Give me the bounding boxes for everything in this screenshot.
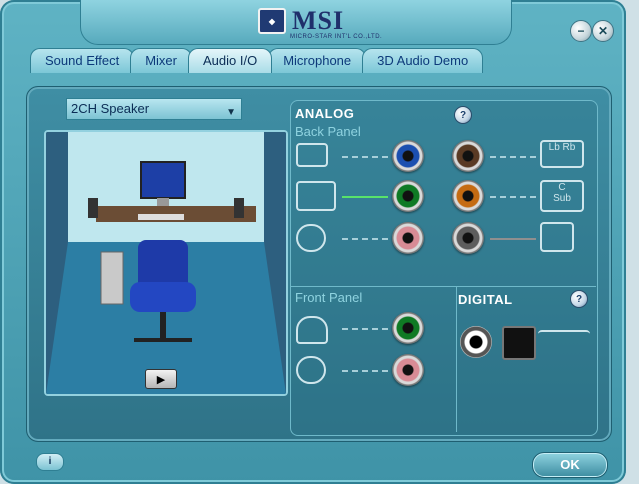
msi-badge-icon: ◆ <box>258 8 286 34</box>
front-microphone-icon <box>296 356 326 384</box>
speaker-config-value: 2CH Speaker <box>71 101 150 116</box>
spdif-coax-icon[interactable] <box>460 326 492 358</box>
msi-audio-window: ◆ MSI MICRO-STAR INT'L CO.,LTD. − ✕ Soun… <box>0 0 626 484</box>
info-icon: i <box>48 456 52 467</box>
speaker-config-select[interactable]: 2CH Speaker ▼ <box>66 98 242 120</box>
line-in-icon <box>296 143 328 167</box>
logo-title: MSI <box>292 6 345 35</box>
sub-label: Sub <box>553 193 571 204</box>
front-panel-label: Front Panel <box>295 290 363 305</box>
close-button[interactable]: ✕ <box>592 20 614 42</box>
cable-center-sub <box>490 196 536 198</box>
center-sub-icon: C Sub <box>540 180 584 212</box>
chevron-down-icon: ▼ <box>226 107 236 118</box>
jack-blue[interactable] <box>392 140 424 172</box>
jack-gray[interactable] <box>452 222 484 254</box>
speaker-scene <box>44 130 288 396</box>
headphones-icon <box>296 316 328 344</box>
panel-divider-horizontal <box>290 286 596 287</box>
tab-sound-effect[interactable]: Sound Effect <box>30 48 135 73</box>
digital-signal-icon <box>538 330 590 350</box>
cable-front-mic <box>342 370 388 372</box>
jack-green[interactable] <box>392 180 424 212</box>
cable-headphones <box>342 328 388 330</box>
rear-left-label: Lb <box>548 142 560 153</box>
cable-front-speaker <box>342 196 388 198</box>
logo-subtitle: MICRO-STAR INT'L CO.,LTD. <box>290 34 383 40</box>
cable-rear-speaker <box>490 156 536 158</box>
tab-3d-audio-demo[interactable]: 3D Audio Demo <box>362 48 484 73</box>
room-illustration <box>46 132 286 394</box>
spdif-optical-icon[interactable] <box>502 326 536 360</box>
jack-brown[interactable] <box>452 140 484 172</box>
minimize-button[interactable]: − <box>570 20 592 42</box>
analog-title: ANALOG <box>295 106 355 121</box>
tab-bar: Sound Effect Mixer Audio I/O Microphone … <box>30 48 484 73</box>
cable-side-speaker <box>490 238 536 240</box>
tab-microphone[interactable]: Microphone <box>268 48 367 73</box>
cable-mic <box>342 238 388 240</box>
play-icon: ▶ <box>156 373 166 386</box>
center-label: C <box>558 182 566 193</box>
analog-info-icon[interactable]: ? <box>454 106 472 124</box>
play-button[interactable]: ▶ <box>145 369 177 389</box>
ok-button[interactable]: OK <box>532 452 608 478</box>
front-jack-green[interactable] <box>392 312 424 344</box>
digital-title: DIGITAL <box>458 292 513 307</box>
panel-divider-vertical <box>456 286 457 432</box>
close-icon: ✕ <box>597 24 609 38</box>
tab-audio-io[interactable]: Audio I/O <box>188 48 273 73</box>
microphone-icon <box>296 224 326 252</box>
tab-mixer[interactable]: Mixer <box>130 48 192 73</box>
jack-pink[interactable] <box>392 222 424 254</box>
cable-line-in <box>342 156 388 158</box>
digital-info-icon[interactable]: ? <box>570 290 588 308</box>
minimize-icon: − <box>577 24 585 38</box>
rear-speaker-icon: Lb Rb <box>540 140 584 168</box>
info-button[interactable]: i <box>36 453 64 471</box>
front-jack-pink[interactable] <box>392 354 424 386</box>
back-panel-label: Back Panel <box>295 124 361 139</box>
msi-logo: ◆ MSI <box>258 8 344 34</box>
rear-right-label: Rb <box>562 142 576 153</box>
speaker-icon <box>296 181 336 211</box>
jack-orange[interactable] <box>452 180 484 212</box>
side-speaker-icon <box>540 222 574 252</box>
